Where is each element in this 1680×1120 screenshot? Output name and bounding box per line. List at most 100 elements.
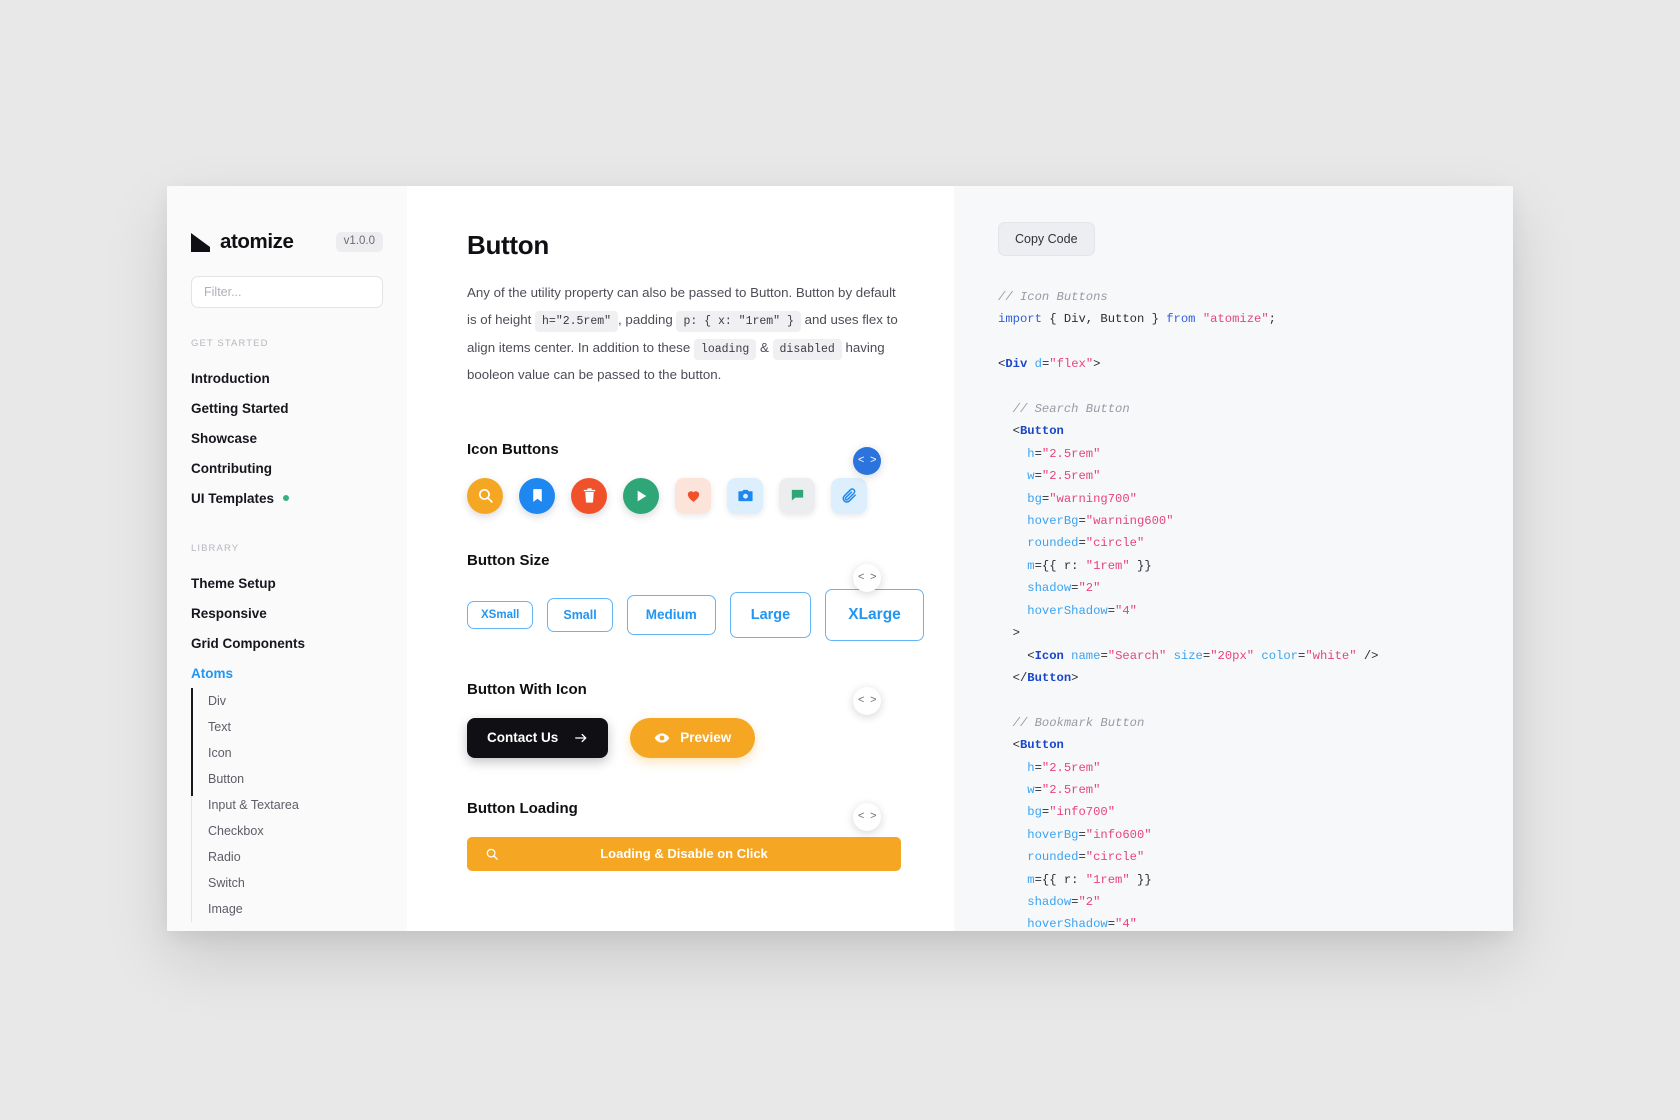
button-size-xlarge[interactable]: XLarge (825, 588, 924, 641)
nav-section-get-started: GET STARTED Introduction Getting Started… (167, 338, 407, 513)
flag-icon-button[interactable] (779, 477, 815, 514)
attach-icon-button[interactable] (831, 477, 867, 514)
section-button-size: Button Size XSmall Small Medium Large XL… (467, 551, 924, 641)
contact-us-button[interactable]: Contact Us (467, 717, 609, 758)
sidebar-item-input-textarea[interactable]: Input & Textarea (208, 792, 407, 818)
sidebar-item-atoms[interactable]: Atoms (167, 658, 407, 688)
sidebar-item-div[interactable]: Div (208, 688, 407, 714)
sidebar-item-radio[interactable]: Radio (208, 844, 407, 870)
sidebar: atomize v1.0.0 GET STARTED Introduction … (167, 186, 407, 931)
page-description: Any of the utility property can also be … (467, 279, 901, 389)
sidebar-subitem-label: Div (208, 694, 227, 708)
preview-label: Preview (680, 730, 732, 746)
contact-us-label: Contact Us (487, 730, 559, 746)
sidebar-item-theme-setup[interactable]: Theme Setup (167, 568, 407, 598)
sidebar-item-label: Contributing (191, 460, 272, 476)
sidebar-item-text[interactable]: Text (208, 714, 407, 740)
brand-name: atomize (220, 230, 294, 253)
loading-button-label: Loading & Disable on Click (600, 846, 768, 862)
app-window: atomize v1.0.0 GET STARTED Introduction … (167, 186, 1513, 931)
section-title-button-loading: Button Loading (467, 799, 578, 817)
sidebar-item-getting-started[interactable]: Getting Started (167, 393, 407, 423)
sidebar-item-contributing[interactable]: Contributing (167, 453, 407, 483)
button-loading-row: Loading & Disable on Click < > (467, 802, 908, 871)
play-icon-button[interactable] (623, 477, 659, 514)
heart-icon-button[interactable] (675, 477, 711, 514)
sidebar-item-label: Getting Started (191, 400, 289, 416)
sidebar-item-introduction[interactable]: Introduction (167, 363, 407, 393)
sidebar-item-icon[interactable]: Icon (208, 740, 407, 766)
sidebar-item-responsive[interactable]: Responsive (167, 598, 407, 628)
sidebar-sublist-atoms: Div Text Icon Button Input & Textarea Ch… (191, 688, 407, 922)
button-size-small[interactable]: Small (547, 597, 613, 632)
preview-button[interactable]: Preview (630, 717, 756, 758)
sidebar-item-label: Grid Components (191, 635, 305, 651)
button-size-medium[interactable]: Medium (626, 594, 716, 635)
sidebar-item-label: Showcase (191, 430, 258, 446)
sidebar-item-button[interactable]: Button (208, 766, 407, 792)
atomize-logo-icon (191, 232, 210, 252)
sidebar-item-checkbox[interactable]: Checkbox (208, 818, 407, 844)
desc-part-4: & (759, 339, 769, 355)
section-button-loading: Button Loading Loading & Disable on Clic… (467, 800, 908, 871)
button-size-large[interactable]: Large (729, 591, 812, 638)
desc-chip-height: h="2.5rem" (535, 311, 619, 333)
sidebar-item-image[interactable]: Image (208, 896, 407, 922)
bookmark-icon (532, 489, 542, 502)
sidebar-item-label: Atoms (191, 665, 234, 681)
main-content: Button Any of the utility property can a… (407, 186, 954, 931)
sidebar-item-label: UI Templates (191, 490, 275, 506)
desc-part-2: , padding (618, 312, 673, 328)
eye-icon (654, 732, 670, 743)
filter-wrapper (167, 276, 407, 308)
sidebar-item-switch[interactable]: Switch (208, 870, 407, 896)
camera-icon (737, 489, 753, 502)
loading-button[interactable]: Loading & Disable on Click (467, 836, 901, 871)
heart-icon (687, 491, 699, 502)
button-with-icon-row: Contact Us Preview < > (467, 686, 908, 758)
sidebar-item-showcase[interactable]: Showcase (167, 423, 407, 453)
arrow-right-icon (575, 733, 587, 742)
section-title-icon-buttons: Icon Buttons (467, 440, 559, 458)
desc-chip-disabled: disabled (772, 338, 842, 360)
sidebar-subitem-label: Input & Textarea (208, 798, 299, 812)
code-toggle-button-size[interactable]: < > (853, 563, 881, 592)
section-icon-buttons: Icon Buttons < > (467, 441, 908, 514)
sidebar-subitem-label: Checkbox (208, 824, 264, 838)
nav-section-library: LIBRARY Theme Setup Responsive Grid Comp… (167, 543, 407, 688)
sidebar-subitem-label: Radio (208, 850, 241, 864)
section-title-button-size: Button Size (467, 551, 550, 569)
button-size-xsmall[interactable]: XSmall (467, 600, 534, 629)
nav-section-title: LIBRARY (191, 543, 240, 554)
code-block[interactable]: // Icon Buttons import { Div, Button } f… (998, 286, 1513, 931)
section-button-with-icon: Button With Icon Contact Us Preview < > (467, 681, 908, 758)
sidebar-item-ui-templates[interactable]: UI Templates (167, 483, 407, 513)
camera-icon-button[interactable] (727, 477, 763, 514)
page-title: Button (467, 230, 549, 260)
section-title-button-with-icon: Button With Icon (467, 680, 587, 698)
search-icon-button[interactable] (467, 477, 503, 514)
trash-icon-button[interactable] (571, 477, 607, 514)
bookmark-icon-button[interactable] (519, 477, 555, 514)
sidebar-item-grid-components[interactable]: Grid Components (167, 628, 407, 658)
button-size-row: XSmall Small Medium Large XLarge < > (467, 563, 924, 641)
icon-buttons-row: < > (467, 446, 908, 514)
play-icon (637, 490, 647, 501)
code-toggle-button-loading[interactable]: < > (853, 802, 881, 831)
code-toggle-icon-buttons[interactable]: < > (853, 446, 881, 475)
brand: atomize v1.0.0 (167, 230, 407, 254)
sidebar-subitem-label: Switch (208, 876, 245, 890)
desc-chip-loading: loading (693, 338, 757, 360)
sidebar-subitem-label: Button (208, 772, 245, 786)
flag-icon (791, 489, 803, 501)
copy-code-button[interactable]: Copy Code (998, 222, 1095, 256)
nav-section-title: GET STARTED (191, 338, 269, 349)
search-icon (478, 489, 493, 503)
code-toggle-button-with-icon[interactable]: < > (853, 686, 881, 715)
trash-icon (583, 488, 595, 503)
sidebar-item-label: Theme Setup (191, 575, 276, 591)
attach-icon (842, 488, 856, 503)
code-panel: Copy Code // Icon Buttons import { Div, … (954, 186, 1513, 931)
filter-input[interactable] (191, 276, 383, 308)
